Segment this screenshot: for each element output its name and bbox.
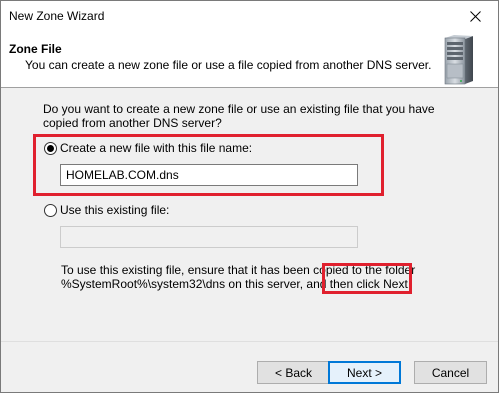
- close-icon: [469, 10, 481, 22]
- wizard-body: Do you want to create a new zone file or…: [1, 89, 498, 341]
- create-new-file-label: Create a new file with this file name:: [60, 141, 253, 155]
- use-existing-file-label: Use this existing file:: [60, 203, 170, 217]
- use-existing-file-radio[interactable]: Use this existing file:: [44, 203, 169, 217]
- window-title: New Zone Wizard: [9, 9, 105, 23]
- close-button[interactable]: [452, 1, 498, 31]
- server-icon: [444, 35, 473, 85]
- highlight-next-button: [322, 263, 412, 294]
- radio-button-checked[interactable]: [44, 141, 57, 155]
- page-subtitle: You can create a new zone file or use a …: [25, 58, 432, 72]
- new-zone-wizard-window: New Zone Wizard Zone File You can create…: [0, 0, 499, 393]
- wizard-header: Zone File You can create a new zone file…: [1, 31, 498, 88]
- existing-file-input[interactable]: [60, 226, 358, 248]
- title-bar: New Zone Wizard: [1, 1, 498, 31]
- cancel-button[interactable]: Cancel: [414, 361, 487, 384]
- radio-button-unchecked[interactable]: [44, 203, 57, 217]
- page-title: Zone File: [9, 42, 62, 56]
- next-button[interactable]: Next >: [328, 361, 401, 384]
- back-button[interactable]: < Back: [257, 361, 330, 384]
- create-new-file-radio[interactable]: Create a new file with this file name:: [44, 141, 252, 155]
- file-name-input[interactable]: [60, 164, 358, 186]
- question-text: Do you want to create a new zone file or…: [43, 102, 435, 130]
